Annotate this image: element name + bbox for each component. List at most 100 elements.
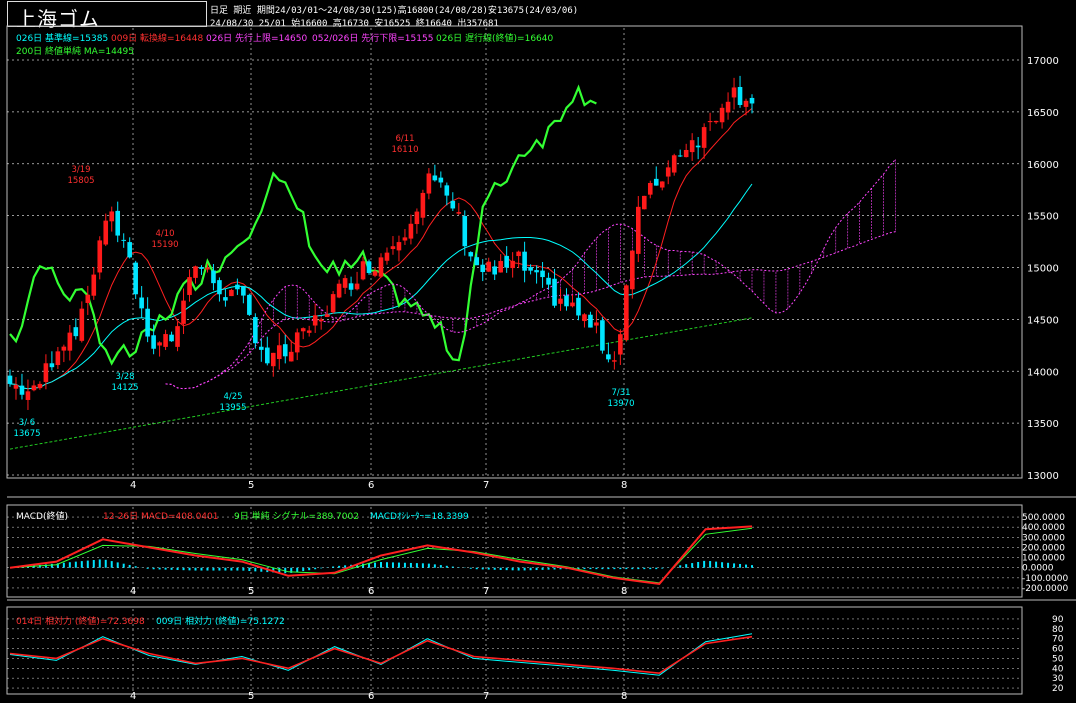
macd-line [9, 525, 753, 585]
candle-body [420, 192, 426, 218]
y-tick-label: 16500 [1027, 108, 1059, 119]
candle-body [737, 87, 743, 105]
candle-body [695, 145, 701, 148]
x-month-label: 8 [621, 691, 627, 702]
candle-body [701, 127, 707, 148]
annotation-date: 6/11 [395, 134, 414, 144]
candle-body [414, 211, 420, 225]
candle-body [641, 195, 647, 210]
candle-body [689, 140, 695, 153]
candle-body [498, 260, 503, 273]
candle-body [546, 277, 551, 285]
candle-body [576, 297, 581, 316]
candle-body [342, 278, 348, 288]
candle-body [187, 277, 192, 295]
candle-body [659, 181, 665, 188]
rsi14-line [9, 635, 753, 675]
candle-body [115, 210, 121, 236]
panel-frame [6, 606, 1023, 695]
candle-body [612, 360, 617, 362]
macd-tick: 400.0000 [1022, 523, 1065, 533]
candle-body [647, 182, 653, 195]
annotation-value: 14125 [111, 383, 138, 393]
candle-body [354, 283, 360, 290]
rsi-tick: 70 [1052, 635, 1064, 645]
candle-body [348, 283, 354, 290]
y-tick-label: 15000 [1027, 264, 1059, 275]
annotation-value: 15805 [67, 176, 94, 186]
candle-body [85, 294, 91, 303]
annotation-date: 3/28 [115, 372, 134, 382]
candle-body [127, 242, 132, 258]
price-annotations: 3/ 613675 3/1915805 3/2814125 4/1015190 4/25… [13, 134, 634, 439]
candle-body [163, 334, 168, 347]
x-month-label: 8 [621, 586, 627, 597]
grid-lines [7, 28, 1022, 693]
annotation-date: 4/10 [155, 229, 174, 239]
candle-body [474, 257, 480, 266]
candle-body [139, 297, 144, 309]
candle-body [133, 262, 138, 295]
candle-body [396, 242, 402, 251]
candle-body [366, 261, 372, 273]
annotation-value: 16110 [391, 145, 418, 155]
candle-body [97, 240, 103, 273]
candle-body [618, 334, 623, 355]
candle-body [259, 346, 264, 350]
candle-body [121, 239, 126, 241]
candle-body [151, 335, 156, 349]
y-tick-label: 13500 [1027, 419, 1059, 430]
candle-body [653, 178, 659, 186]
axis-labels: 13000 13500 14000 14500 15000 15500 16000 16500… [130, 56, 1059, 702]
candle-body [157, 342, 162, 346]
rsi-tick: 50 [1052, 654, 1064, 664]
candle-body [217, 280, 222, 295]
candle-body [540, 270, 545, 278]
candle-body [450, 200, 456, 209]
y-tick-label: 16000 [1027, 160, 1059, 171]
candle-body [534, 270, 539, 273]
candles [7, 75, 755, 410]
candle-body [235, 284, 240, 290]
macd-tick: 500.0000 [1022, 513, 1065, 523]
candle-body [37, 383, 43, 389]
x-month-label: 4 [130, 691, 136, 702]
candle-body [600, 320, 605, 351]
y-tick-label: 13000 [1027, 471, 1059, 482]
candle-body [300, 328, 306, 332]
chart-canvas: 3/ 613675 3/1915805 3/2814125 4/1015190 4/25… [6, 25, 1076, 702]
candle-body [564, 295, 569, 307]
candle-body [79, 308, 85, 341]
candle-body [288, 351, 294, 362]
candle-body [456, 212, 462, 214]
candle-body [719, 107, 725, 123]
candle-body [725, 101, 731, 113]
candle-body [582, 314, 587, 322]
candle-body [19, 385, 25, 395]
rsi-tick: 90 [1052, 615, 1064, 625]
rsi-tick: 20 [1052, 684, 1064, 694]
candle-body [55, 351, 61, 366]
candle-body [7, 375, 13, 384]
candle-body [49, 363, 55, 368]
macd-panel: 500.0000 400.0000 300.0000 200.0000 100.… [7, 513, 1068, 594]
candle-body [241, 286, 246, 296]
candle-body [402, 237, 408, 241]
candle-body [91, 274, 97, 296]
candle-body [25, 391, 31, 400]
candle-body [570, 302, 575, 307]
rsi-tick: 60 [1052, 645, 1064, 655]
x-month-label: 6 [368, 480, 374, 491]
candle-body [552, 278, 557, 306]
kijun-line [9, 183, 753, 390]
candle-body [324, 314, 330, 317]
candle-body [318, 319, 324, 322]
candle-body [426, 173, 432, 194]
x-month-label: 8 [621, 480, 627, 491]
x-month-label: 6 [368, 586, 374, 597]
candle-body [205, 267, 210, 270]
candle-body [468, 252, 474, 257]
candle-body [276, 345, 282, 360]
candle-body [749, 97, 755, 104]
annotation-date: 4/25 [223, 392, 242, 402]
